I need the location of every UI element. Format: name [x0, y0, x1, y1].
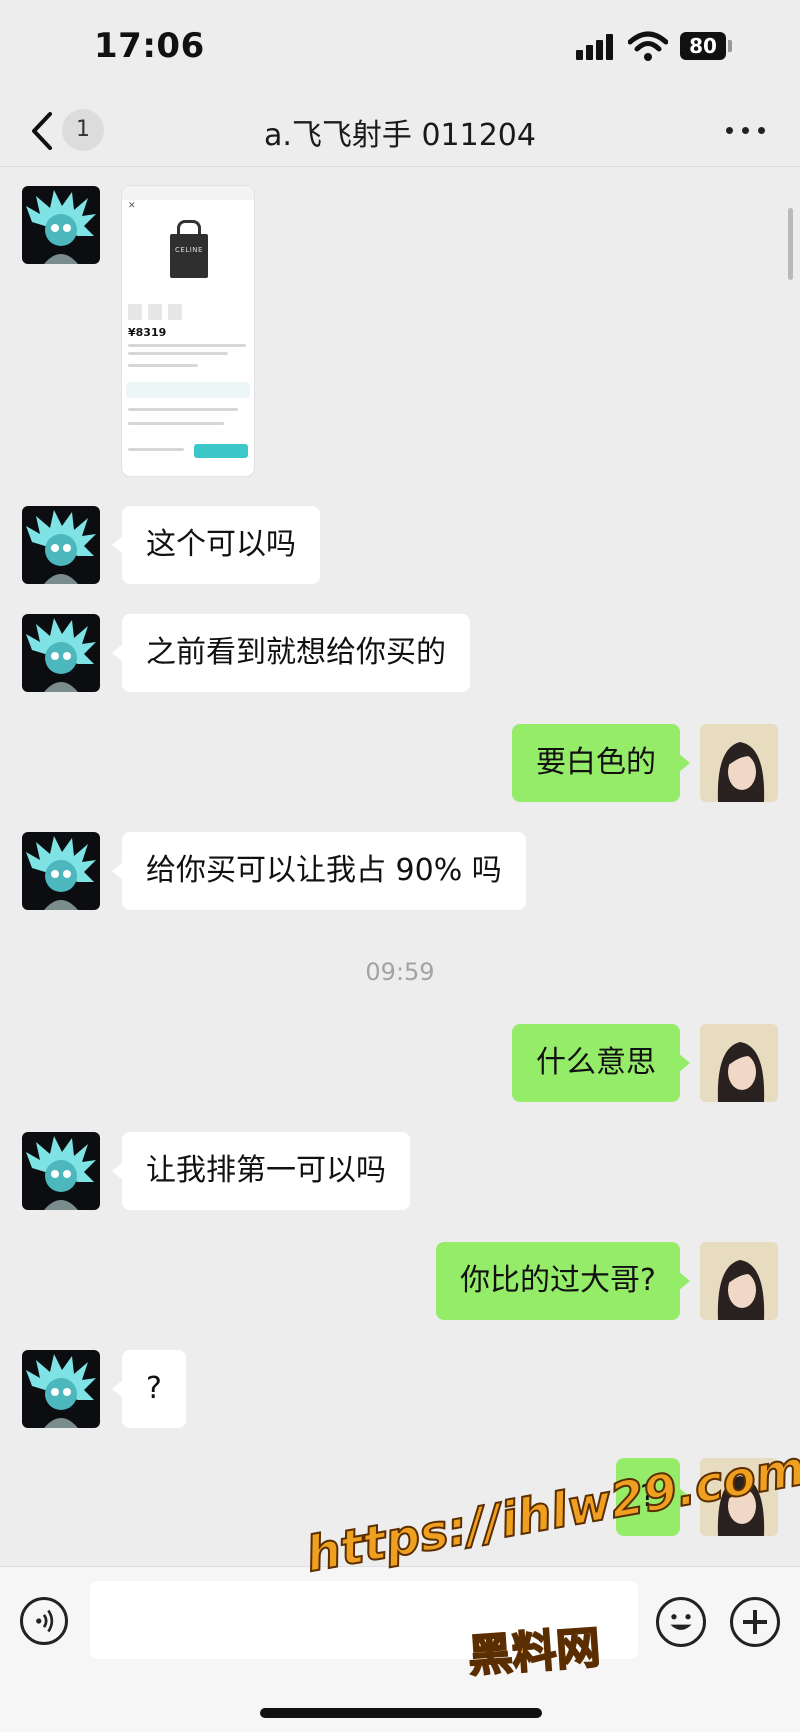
add-attachment-icon[interactable] — [730, 1597, 780, 1647]
incoming-message[interactable]: ? — [112, 1350, 186, 1428]
product-price: ¥8319 — [128, 326, 167, 339]
close-icon: ✕ — [128, 201, 136, 211]
watermark-name: 黑料网 — [466, 1621, 603, 1683]
contact-avatar[interactable] — [22, 186, 100, 264]
product-bag-image — [170, 234, 208, 278]
status-time: 17:06 — [94, 26, 205, 66]
emoji-icon[interactable] — [656, 1597, 706, 1647]
contact-avatar[interactable] — [22, 506, 100, 584]
promo-banner — [126, 382, 250, 398]
message-timestamp: 09:59 — [365, 958, 435, 986]
signal-icon — [576, 34, 618, 60]
incoming-message[interactable]: 这个可以吗 — [112, 506, 320, 584]
voice-input-icon[interactable] — [20, 1597, 68, 1645]
more-options-icon[interactable] — [726, 120, 768, 140]
scrollbar[interactable] — [788, 208, 793, 280]
home-indicator — [260, 1708, 542, 1718]
battery-icon: 80 — [680, 32, 726, 60]
user-avatar[interactable] — [700, 724, 778, 802]
outgoing-message[interactable]: 什么意思 — [512, 1024, 690, 1102]
user-avatar[interactable] — [700, 1024, 778, 1102]
incoming-message[interactable]: 给你买可以让我占 90% 吗 — [112, 832, 526, 910]
contact-avatar[interactable] — [22, 1132, 100, 1210]
contact-avatar[interactable] — [22, 1350, 100, 1428]
header-divider — [0, 166, 800, 167]
status-bar: 17:06 80 — [0, 0, 800, 96]
chat-title: a.飞飞射手 011204 — [264, 118, 536, 153]
shared-product-screenshot[interactable]: ✕ CELINE ¥8319 — [122, 186, 254, 476]
watermark-url: https://ihlw29.com — [301, 1439, 800, 1584]
contact-avatar[interactable] — [22, 614, 100, 692]
user-avatar[interactable] — [700, 1242, 778, 1320]
product-thumbnails — [128, 304, 188, 324]
outgoing-message[interactable]: 你比的过大哥? — [436, 1242, 690, 1320]
chat-header: 1 a.飞飞射手 011204 — [0, 96, 800, 166]
buy-button-graphic — [194, 444, 248, 458]
incoming-message[interactable]: 之前看到就想给你买的 — [112, 614, 470, 692]
battery-tip — [728, 40, 732, 52]
outgoing-message[interactable]: 要白色的 — [512, 724, 690, 802]
product-brand: CELINE — [175, 246, 203, 254]
incoming-message[interactable]: 让我排第一可以吗 — [112, 1132, 410, 1210]
contact-avatar[interactable] — [22, 832, 100, 910]
wifi-icon — [628, 31, 668, 61]
